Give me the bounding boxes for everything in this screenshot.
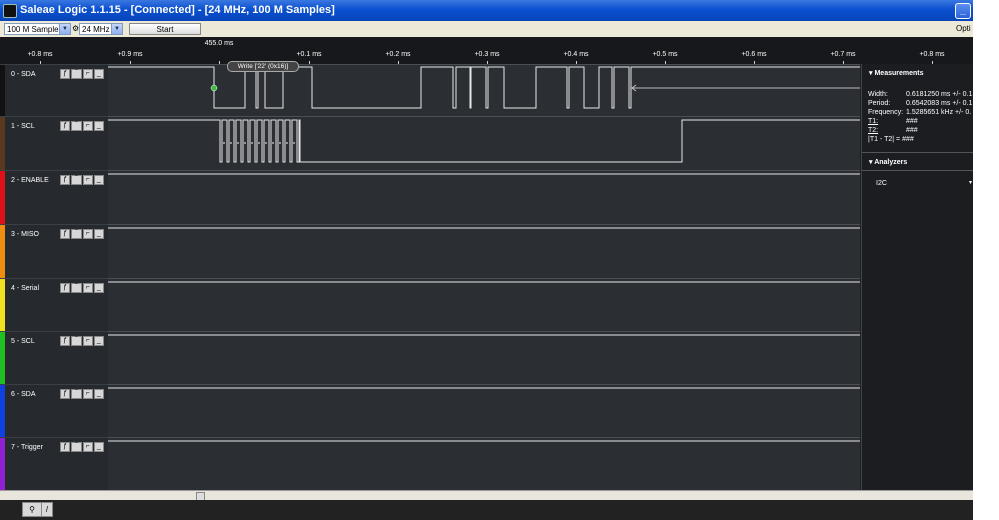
minimize-button[interactable]: _ <box>955 3 971 19</box>
measurement-key: |T1 - T2| = <box>868 136 901 143</box>
measurement-value: ### <box>906 118 918 125</box>
app-window: Saleae Logic 1.1.15 - [Connected] - [24 … <box>0 0 973 520</box>
measurements-title: Measurements <box>874 70 924 77</box>
measurement-row: Frequency: 1.5285651 kHz +/- 0. <box>868 109 971 116</box>
tab-slash[interactable]: / <box>41 502 53 517</box>
measurement-value: 1.5285651 kHz +/- 0. <box>906 109 972 116</box>
divider <box>862 170 973 171</box>
annotation-text: Write ['22' (0x16)] <box>237 63 289 70</box>
measurement-value: ### <box>906 127 918 134</box>
scl-waveform <box>108 119 860 163</box>
measurement-key: Width: <box>868 91 888 98</box>
measurement-value: 0.6181250 ms +/- 0.1 <box>906 91 973 98</box>
triangle-down-icon: ▾ <box>869 70 873 77</box>
waveform-canvas <box>108 66 860 442</box>
measurement-key: Frequency: <box>868 109 904 116</box>
measurement-value: 0.6542083 ms +/- 0.1 <box>906 100 973 107</box>
measurement-key: Period: <box>868 100 891 107</box>
ruler-tick-label: +0.8 ms <box>919 51 945 58</box>
right-panel: ▾ Measurements Width: 0.6181250 ms +/- 0.… <box>861 64 973 490</box>
analyzers-header[interactable]: ▾ Analyzers <box>869 158 907 166</box>
measurement-key[interactable]: T1: <box>868 118 906 125</box>
divider <box>862 152 973 153</box>
measurements-header[interactable]: ▾ Measurements <box>869 69 924 77</box>
measurement-key[interactable]: T2: <box>868 127 906 134</box>
analyzers-title: Analyzers <box>874 159 908 166</box>
measurement-row: Width: 0.6181250 ms +/- 0.1 <box>868 91 972 98</box>
gear-icon[interactable]: ▾ <box>969 179 972 186</box>
analyzer-item[interactable]: I2C <box>876 180 887 187</box>
options-button[interactable]: Opti <box>956 24 971 33</box>
triangle-down-icon: ▾ <box>869 159 873 166</box>
measurement-row: T2: ### <box>868 127 918 134</box>
decoder-annotation[interactable]: Write ['22' (0x16)] <box>227 61 299 72</box>
measurement-row: |T1 - T2| = ### <box>868 136 914 143</box>
start-marker-icon <box>210 84 218 92</box>
measurement-row: Period: 0.6542083 ms +/- 0.1 <box>868 100 972 107</box>
measurement-row: T1: ### <box>868 118 918 125</box>
measurement-value: ### <box>902 136 914 143</box>
bottom-bar: ⚲ / <box>0 500 973 520</box>
idle-waveforms <box>108 173 860 442</box>
search-tab-icon[interactable]: ⚲ <box>22 502 42 517</box>
